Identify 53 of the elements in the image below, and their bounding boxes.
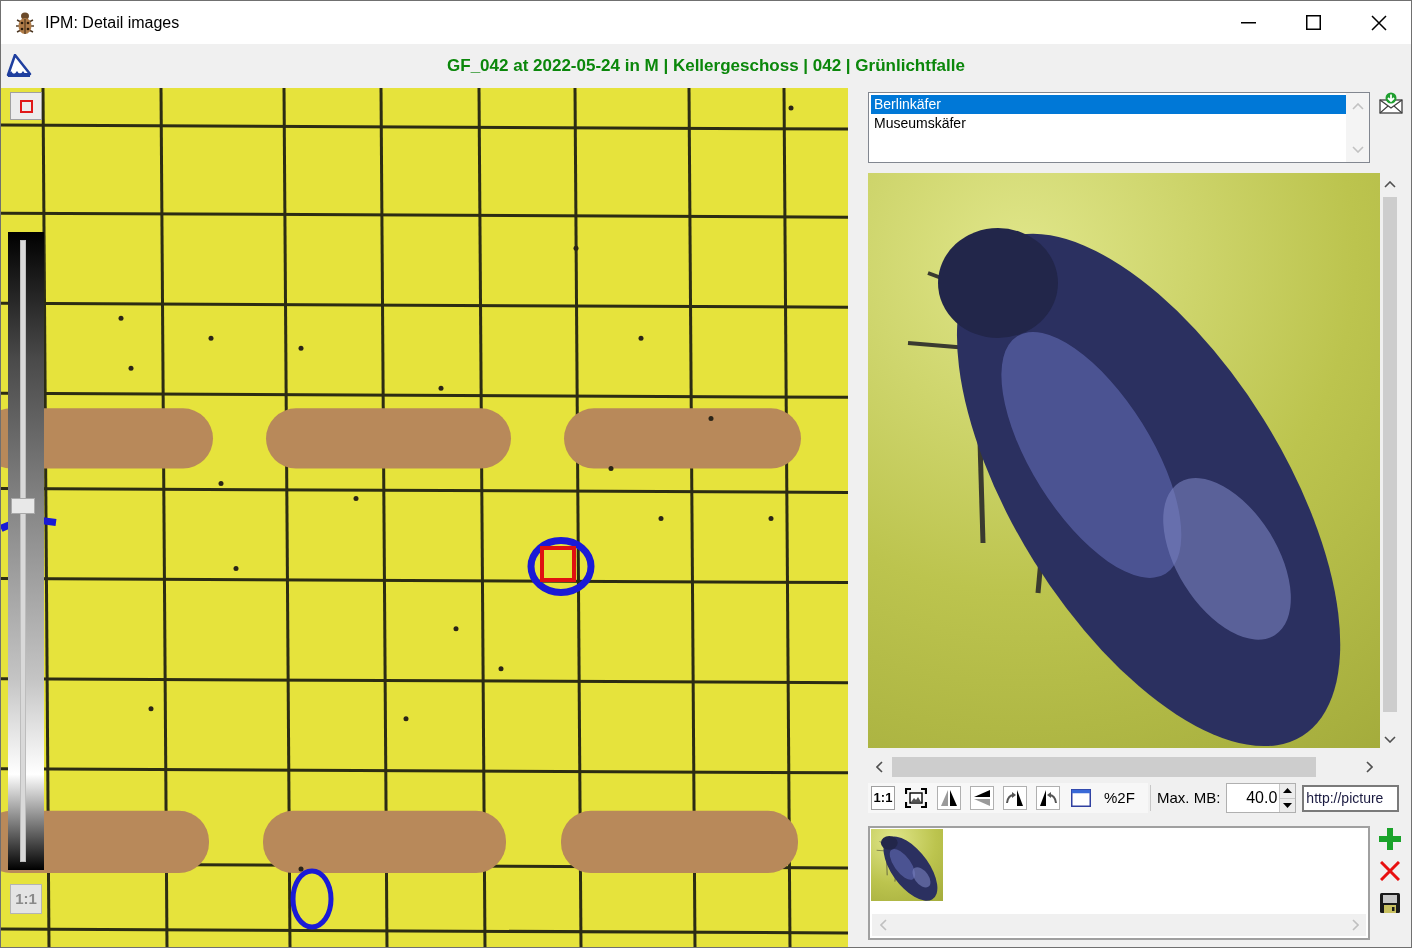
species-list-item[interactable]: Museumskäfer (871, 114, 1346, 133)
encode-button[interactable]: %2F (1102, 786, 1137, 810)
delete-button[interactable] (1378, 859, 1402, 883)
chevron-left-icon (879, 919, 887, 931)
max-mb-label: Max. MB: (1157, 787, 1221, 808)
close-icon (1370, 14, 1387, 31)
fit-image-button[interactable] (904, 786, 928, 810)
save-icon (1380, 893, 1400, 913)
marker-toggle-button[interactable] (10, 92, 42, 120)
flip-vertical-button[interactable] (970, 786, 994, 810)
save-button[interactable] (1378, 891, 1402, 915)
record-caption: GF_042 at 2022-05-24 in M | Kellergeschoss | 042 | Grünlichtfalle (447, 55, 965, 78)
flip-horizontal-icon (940, 789, 958, 807)
cross-icon (1380, 861, 1400, 881)
mail-download-button[interactable] (1378, 90, 1404, 116)
flip-vertical-icon (973, 789, 991, 807)
chevron-up-icon (1384, 180, 1396, 188)
triangle-icon (6, 54, 32, 78)
chevron-right-icon (1365, 760, 1373, 773)
chevron-down-icon (1384, 735, 1396, 743)
brightness-slider-track[interactable] (8, 232, 44, 870)
fit-image-icon (905, 788, 927, 808)
minimize-icon (1241, 21, 1256, 24)
url-field[interactable]: http://picture (1302, 784, 1400, 812)
chevron-down-icon (1351, 145, 1364, 153)
caret-down-icon (1283, 802, 1293, 808)
plus-icon (1379, 828, 1401, 850)
mail-download-icon (1379, 92, 1403, 114)
scrollbar-thumb[interactable] (1383, 197, 1397, 712)
scrollbar-thumb[interactable] (892, 756, 1316, 777)
window-icon (1071, 789, 1091, 807)
window-title: IPM: Detail images (45, 12, 180, 33)
caret-up-icon (1283, 788, 1293, 794)
rotate-left-button[interactable] (1003, 786, 1027, 810)
chevron-right-icon (1351, 919, 1359, 931)
square-icon (19, 99, 33, 113)
actual-size-button[interactable]: 1:1 (871, 786, 895, 810)
chevron-up-icon (1351, 102, 1364, 110)
window-button[interactable] (1069, 786, 1093, 810)
selection-marker (540, 546, 576, 582)
rotate-right-icon (1039, 789, 1057, 807)
brightness-slider-thumb[interactable] (11, 498, 35, 515)
rotate-right-button[interactable] (1036, 786, 1060, 810)
beetle-icon (14, 10, 36, 35)
chevron-left-icon (875, 760, 883, 773)
spin-up-button[interactable] (1280, 784, 1296, 798)
species-list-item[interactable]: Berlinkäfer (871, 95, 1346, 114)
max-mb-spinner[interactable]: 40.0 (1226, 783, 1297, 813)
maximize-icon (1306, 15, 1321, 30)
add-button[interactable] (1378, 827, 1402, 851)
beetle-thumbnail-drawing[interactable] (871, 829, 943, 901)
rotate-left-icon (1006, 789, 1024, 807)
flip-horizontal-button[interactable] (937, 786, 961, 810)
